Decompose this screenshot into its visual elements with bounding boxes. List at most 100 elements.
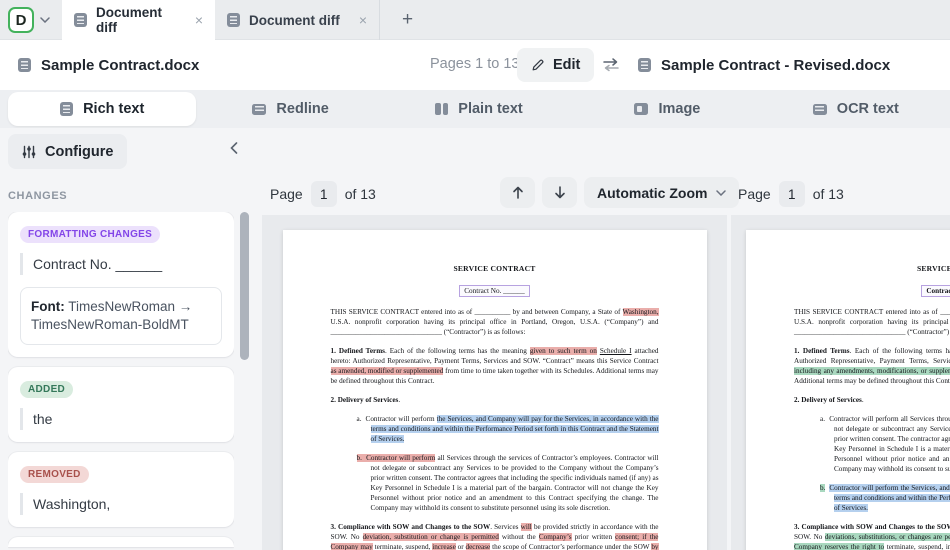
changes-heading: CHANGES xyxy=(8,190,68,202)
doc-paragraph: 2. Delivery of Services. xyxy=(794,396,864,404)
doc-title: SERVICE CONTRACT xyxy=(916,264,950,273)
edit-button-label: Edit xyxy=(553,57,581,73)
left-pane-header: Page 1 of 13 xyxy=(270,178,376,210)
document-panes: Page 1 of 13 Automatic Zoom Page 1 of 13 xyxy=(260,128,950,550)
doc-body: THIS SERVICE CONTRACT entered into as of… xyxy=(330,307,659,550)
chevron-down-icon xyxy=(716,189,727,196)
doc-paragraph: 1. Defined Terms. Each of the following … xyxy=(794,346,950,386)
tab-label: OCR text xyxy=(836,101,899,117)
window-tab-2[interactable]: Document diff × xyxy=(215,0,380,40)
window-tab-label: Document diff xyxy=(96,5,163,35)
formatting-changes-badge: FORMATTING CHANGES xyxy=(20,226,161,243)
left-document-viewport[interactable]: SERVICE CONTRACT Contract No. ______ THI… xyxy=(262,215,727,550)
original-document-page: SERVICE CONTRACT Contract No. ______ THI… xyxy=(282,230,707,550)
doc-paragraph: b. Contractor will perform all Services … xyxy=(356,454,659,512)
change-card-formatting[interactable]: FORMATTING CHANGES Contract No. ______ F… xyxy=(8,212,234,358)
plain-text-icon xyxy=(435,103,449,115)
doc-paragraph: 3. Compliance with SOW and Changes to th… xyxy=(794,522,950,550)
pages-range-label: Pages 1 to 13 xyxy=(430,56,520,72)
font-change-detail: Font: TimesNewRoman → TimesNewRoman-Bold… xyxy=(20,287,222,346)
doc-paragraph: a. Contractor will perform the Services,… xyxy=(356,415,659,443)
redline-icon xyxy=(252,103,267,115)
window-tab-bar: D Document diff × Document diff × + xyxy=(0,0,950,40)
app-logo-letter: D xyxy=(15,11,27,29)
page-count-label: of 13 xyxy=(344,186,376,202)
contract-no-line: Contract No. ______ xyxy=(331,280,659,298)
change-quote: the xyxy=(20,408,222,431)
change-quote: Contract No. ______ xyxy=(20,253,222,275)
view-mode-tabs: Rich text Redline Plain text Image OCR t… xyxy=(0,90,950,128)
right-pane-header: Page 1 of 13 xyxy=(738,178,844,210)
tab-image[interactable]: Image xyxy=(573,90,761,128)
doc-paragraph: b. Contractor will perform the Services,… xyxy=(820,483,950,513)
doc-paragraph: THIS SERVICE CONTRACT entered into as of… xyxy=(794,308,950,336)
page-number-input[interactable]: 1 xyxy=(778,181,805,207)
chevron-down-icon[interactable] xyxy=(40,17,50,23)
tab-label: Image xyxy=(658,101,701,117)
doc-paragraph: THIS SERVICE CONTRACT entered into as of… xyxy=(330,308,659,336)
right-file-name: Sample Contract - Revised.docx xyxy=(661,56,891,74)
next-page-button[interactable] xyxy=(542,177,577,208)
doc-paragraph: 1. Defined Terms. Each of the following … xyxy=(330,347,659,385)
tab-rich-text[interactable]: Rich text xyxy=(8,92,197,126)
page-nav-cluster: Automatic Zoom xyxy=(500,177,740,208)
tab-label: Redline xyxy=(276,101,329,117)
doc-title: SERVICE CONTRACT xyxy=(453,264,536,273)
swap-documents-icon[interactable] xyxy=(602,57,620,72)
right-document-viewport[interactable]: SERVICE CONTRACT Contract No. ______ THI… xyxy=(731,215,950,550)
revised-document-page: SERVICE CONTRACT Contract No. ______ THI… xyxy=(746,230,950,550)
rich-text-icon xyxy=(60,102,74,116)
changes-list[interactable]: FORMATTING CHANGES Contract No. ______ F… xyxy=(8,212,234,550)
tab-redline[interactable]: Redline xyxy=(196,90,384,128)
removed-badge: REMOVED xyxy=(20,466,89,484)
document-icon xyxy=(18,58,31,72)
pencil-icon xyxy=(531,58,545,72)
contract-no-box: Contract No. ______ xyxy=(921,285,950,297)
close-icon[interactable]: × xyxy=(195,12,203,28)
contract-no-line: Contract No. ______ xyxy=(794,280,950,298)
edit-button[interactable]: Edit xyxy=(517,48,595,82)
tab-ocr-text[interactable]: OCR text xyxy=(762,90,950,128)
previous-page-button[interactable] xyxy=(500,177,535,208)
zoom-select[interactable]: Automatic Zoom xyxy=(584,177,740,208)
zoom-select-label: Automatic Zoom xyxy=(597,184,708,201)
window-tab-label: Document diff xyxy=(249,12,340,28)
change-card-removed[interactable]: REMOVED Washington, xyxy=(8,452,234,528)
changes-sidebar: Configure CHANGES FORMATTING CHANGES Con… xyxy=(0,128,260,550)
app-logo[interactable]: D xyxy=(8,7,34,33)
tab-plain-text[interactable]: Plain text xyxy=(385,90,573,128)
doc-paragraph: 2. Delivery of Services. xyxy=(330,396,401,404)
added-badge: ADDED xyxy=(20,381,74,399)
content-area: Configure CHANGES FORMATTING CHANGES Con… xyxy=(0,128,950,550)
document-icon xyxy=(638,58,651,72)
sliders-icon xyxy=(22,145,36,159)
change-card-partial[interactable] xyxy=(8,537,234,548)
configure-button-label: Configure xyxy=(45,143,114,160)
page-count-label: of 13 xyxy=(812,186,844,202)
tab-label: Rich text xyxy=(83,101,145,117)
document-icon xyxy=(227,13,240,27)
new-tab-button[interactable]: + xyxy=(402,9,413,31)
tab-label: Plain text xyxy=(458,101,523,117)
right-file-group: Sample Contract - Revised.docx xyxy=(638,40,890,90)
contract-no-box: Contract No. ______ xyxy=(459,285,530,297)
window-tab-1[interactable]: Document diff × xyxy=(62,0,215,40)
font-change-label: Font: xyxy=(31,299,65,314)
page-label: Page xyxy=(270,186,303,202)
page-label: Page xyxy=(738,186,771,202)
close-icon[interactable]: × xyxy=(359,12,367,28)
left-file-group: Sample Contract.docx xyxy=(18,40,199,90)
configure-button[interactable]: Configure xyxy=(8,134,128,169)
file-header: Sample Contract.docx Pages 1 to 13 Edit … xyxy=(0,40,950,90)
collapse-sidebar-icon[interactable] xyxy=(230,142,238,154)
left-file-name: Sample Contract.docx xyxy=(41,56,200,74)
doc-paragraph: a. Contractor will perform all Services … xyxy=(820,415,950,473)
ocr-text-icon xyxy=(812,103,827,115)
document-icon xyxy=(74,13,87,27)
doc-body: THIS SERVICE CONTRACT entered into as of… xyxy=(794,307,950,550)
doc-paragraph: 3. Compliance with SOW and Changes to th… xyxy=(330,523,659,550)
sidebar-scrollbar[interactable] xyxy=(240,212,249,360)
change-quote: Washington, xyxy=(20,493,222,516)
page-number-input[interactable]: 1 xyxy=(310,181,337,207)
change-card-added[interactable]: ADDED the xyxy=(8,367,234,443)
